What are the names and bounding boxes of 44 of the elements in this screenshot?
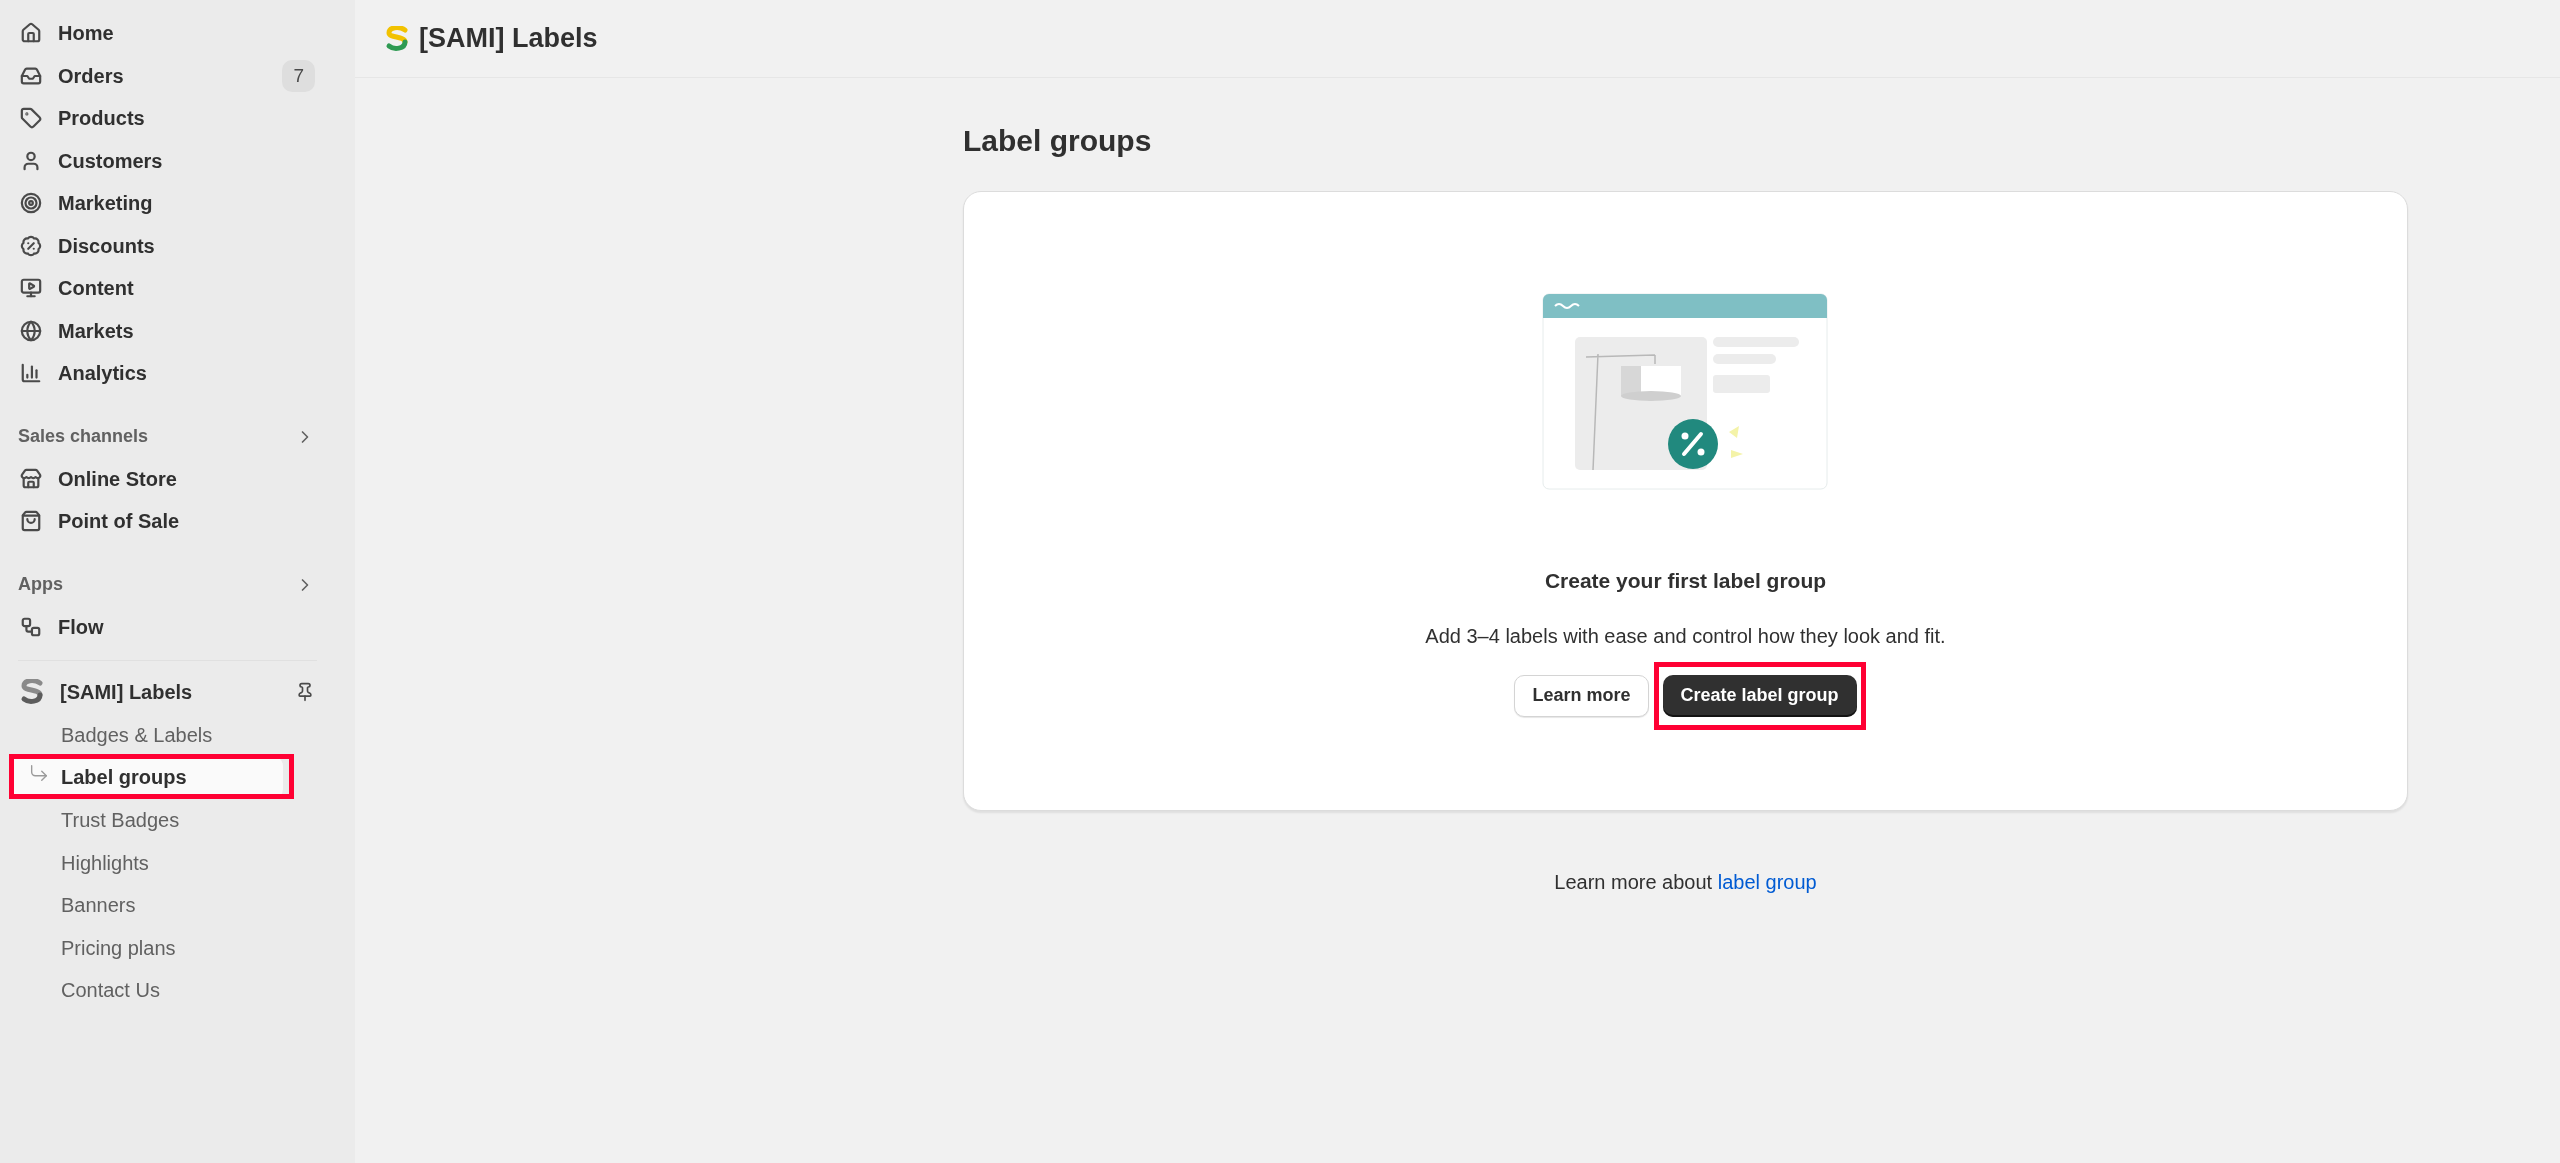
sidebar-subitem[interactable]: Trust Badges: [61, 805, 180, 835]
sidebar-subitem[interactable]: Badges & Labels: [61, 719, 213, 750]
sidebar-item[interactable]: Content: [58, 273, 134, 304]
shopping-bag-icon: [20, 510, 42, 533]
sidebar-item[interactable]: Customers: [58, 145, 163, 176]
globe-icon: [20, 319, 42, 342]
app-logo-icon: [20, 679, 44, 706]
sidebar-item[interactable]: Discounts: [58, 230, 155, 261]
bar-chart-icon: [20, 362, 42, 385]
sidebar-item[interactable]: Online Store: [58, 463, 177, 494]
tag-icon: [20, 107, 42, 130]
person-icon: [20, 149, 42, 172]
sidebar-item[interactable]: Products: [58, 103, 145, 134]
section-heading: Apps: [18, 573, 63, 596]
sidebar-item[interactable]: Flow: [58, 611, 104, 642]
pin-icon[interactable]: [295, 682, 315, 703]
count-badge: 7: [282, 59, 315, 92]
section-heading: Sales channels: [18, 425, 149, 448]
empty-state-title: Create your first label group: [1544, 568, 1827, 594]
sidebar-item[interactable]: Point of Sale: [58, 506, 180, 537]
create-button[interactable]: Create label group: [1662, 674, 1857, 717]
sidebar-item[interactable]: Marketing: [58, 188, 153, 219]
sidebar-item[interactable]: [SAMI] Labels: [60, 677, 193, 708]
sidebar-subitem[interactable]: Banners: [61, 890, 136, 921]
app-title: [SAMI] Labels: [419, 22, 598, 56]
app-logo-icon: [385, 25, 409, 52]
label-group-link[interactable]: label group: [1717, 871, 1817, 893]
target-icon: [20, 192, 42, 215]
footer-text: Learn more about label group: [1553, 870, 1818, 895]
sidebar-item[interactable]: Markets: [58, 315, 134, 346]
page-heading: Label groups: [963, 123, 1153, 158]
store-icon: [20, 467, 42, 490]
sidebar-item[interactable]: Analytics: [58, 358, 147, 389]
home-icon: [20, 22, 42, 45]
sidebar-item[interactable]: Orders: [58, 60, 124, 91]
sidebar-subitem[interactable]: Highlights: [61, 847, 149, 878]
sidebar-item[interactable]: Home: [58, 18, 114, 49]
learn-more-button[interactable]: Learn more: [1514, 674, 1649, 717]
sidebar-subitem[interactable]: Contact Us: [61, 975, 160, 1006]
image-screen-icon: [20, 277, 42, 300]
empty-state-description: Add 3–4 labels with ease and control how they look and fit.: [1425, 623, 1946, 649]
discount-badge-icon: [20, 234, 42, 257]
flow-icon: [20, 615, 42, 638]
sidebar-subitem[interactable]: Pricing plans: [61, 932, 176, 963]
